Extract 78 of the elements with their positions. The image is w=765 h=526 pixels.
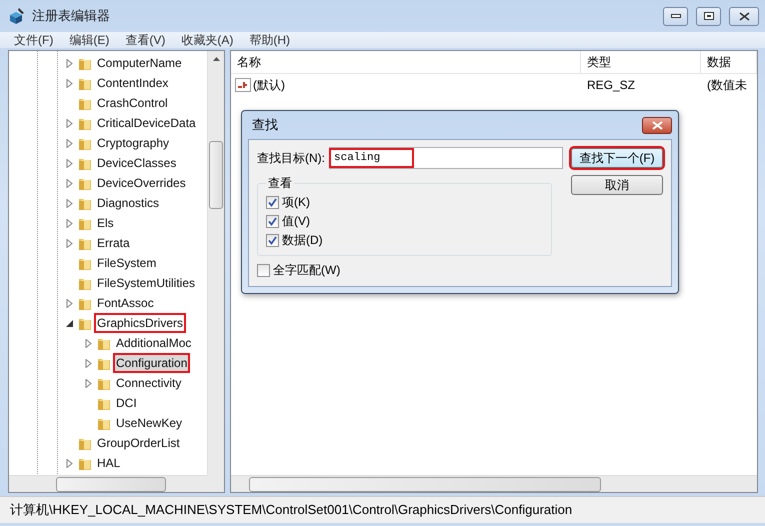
tree-item[interactable]: HAL <box>94 453 124 473</box>
tree-item[interactable]: FileSystemUtilities <box>94 273 198 293</box>
menu-item[interactable]: 文件(F) <box>6 32 62 48</box>
tree-item[interactable]: DeviceOverrides <box>94 173 189 193</box>
tree-item[interactable]: FileSystem <box>94 253 160 273</box>
tree-item[interactable]: ComputerName <box>94 53 185 73</box>
scroll-up-icon[interactable] <box>212 57 220 61</box>
column-header[interactable]: 类型 <box>581 51 701 73</box>
window-title: 注册表编辑器 <box>32 7 111 25</box>
tree-item[interactable]: Configuration <box>113 353 190 373</box>
dialog-title: 查找 <box>251 116 278 134</box>
horizontal-scrollbar[interactable] <box>231 475 757 492</box>
close-button[interactable] <box>642 116 672 134</box>
expand-arrow-icon[interactable] <box>65 158 74 168</box>
expand-arrow-icon[interactable] <box>65 118 74 128</box>
vertical-scrollbar[interactable] <box>207 51 224 475</box>
collapse-arrow-icon[interactable] <box>65 318 74 328</box>
expand-arrow-icon[interactable] <box>84 358 93 368</box>
scrollbar-thumb[interactable] <box>249 476 601 492</box>
tree-item[interactable]: Els <box>94 213 117 233</box>
tree-item[interactable]: ContentIndex <box>94 73 172 93</box>
tree-item[interactable]: AdditionalMoc <box>113 333 194 353</box>
expand-arrow-icon[interactable] <box>65 78 74 88</box>
group-title: 查看 <box>267 175 293 192</box>
expand-arrow-icon[interactable] <box>65 218 74 228</box>
tree-item[interactable]: Errata <box>94 233 133 253</box>
tree-item[interactable]: Diagnostics <box>94 193 162 213</box>
checkbox[interactable]: 值(V) <box>266 213 543 230</box>
close-button[interactable] <box>729 6 759 26</box>
minimize-icon <box>670 14 680 18</box>
column-header[interactable]: 数据 <box>701 51 757 73</box>
table-cell-text: (数值未 <box>706 76 748 94</box>
value-name: (默认) <box>253 76 285 94</box>
checkmark-icon <box>268 236 277 245</box>
tree-item[interactable]: GraphicsDrivers <box>94 313 186 333</box>
status-path: 计算机\HKEY_LOCAL_MACHINE\SYSTEM\ControlSet001\Control\GraphicsDrivers\Configuration <box>10 501 572 519</box>
tree-item[interactable]: Cryptography <box>94 133 172 153</box>
expand-arrow-icon[interactable] <box>65 138 74 148</box>
horizontal-scrollbar[interactable] <box>9 475 207 492</box>
close-icon <box>738 12 750 20</box>
column-header[interactable]: 名称 <box>231 51 581 73</box>
tree-item[interactable]: DCI <box>113 393 140 413</box>
tree-item[interactable]: DeviceClasses <box>94 153 180 173</box>
tree-item[interactable]: GroupOrderList <box>94 433 183 453</box>
cancel-button[interactable]: 取消 <box>571 175 663 195</box>
checkmark-icon <box>268 217 277 226</box>
maximize-icon <box>704 12 714 20</box>
field-label: 查找目标(N): <box>257 150 325 166</box>
menu-item[interactable]: 编辑(E) <box>61 32 118 48</box>
checkbox[interactable]: 项(K) <box>266 194 543 211</box>
tree-item[interactable]: CrashControl <box>94 93 171 113</box>
tree-item[interactable]: UseNewKey <box>113 413 186 433</box>
find-next-button[interactable]: 查找下一个(F) <box>571 148 663 168</box>
expand-arrow-icon[interactable] <box>65 58 74 68</box>
expand-arrow-icon[interactable] <box>84 378 93 388</box>
maximize-button[interactable] <box>696 6 721 26</box>
close-icon <box>652 120 662 130</box>
scrollbar-thumb[interactable] <box>209 141 223 209</box>
checkmark-icon <box>268 198 277 207</box>
expand-arrow-icon[interactable] <box>65 298 74 308</box>
expand-arrow-icon[interactable] <box>65 458 74 468</box>
checkbox[interactable]: 数据(D) <box>266 232 543 249</box>
table-cell-text: REG_SZ <box>586 78 636 92</box>
menu-item[interactable]: 帮助(H) <box>241 32 298 48</box>
minimize-button[interactable] <box>663 6 688 26</box>
expand-arrow-icon[interactable] <box>84 338 93 348</box>
tree-item[interactable]: FontAssoc <box>94 293 157 313</box>
menu-item[interactable]: 收藏夹(A) <box>173 32 242 48</box>
tree-item[interactable]: Connectivity <box>113 373 184 393</box>
scrollbar-thumb[interactable] <box>56 476 166 492</box>
search-field[interactable]: scaling <box>329 147 563 169</box>
expand-arrow-icon[interactable] <box>65 198 74 208</box>
checkbox[interactable]: 全字匹配(W) <box>257 262 563 279</box>
expand-arrow-icon[interactable] <box>65 238 74 248</box>
expand-arrow-icon[interactable] <box>65 178 74 188</box>
tree-item[interactable]: CriticalDeviceData <box>94 113 199 133</box>
search-text[interactable]: scaling <box>331 150 412 166</box>
menu-item[interactable]: 查看(V) <box>117 32 174 48</box>
